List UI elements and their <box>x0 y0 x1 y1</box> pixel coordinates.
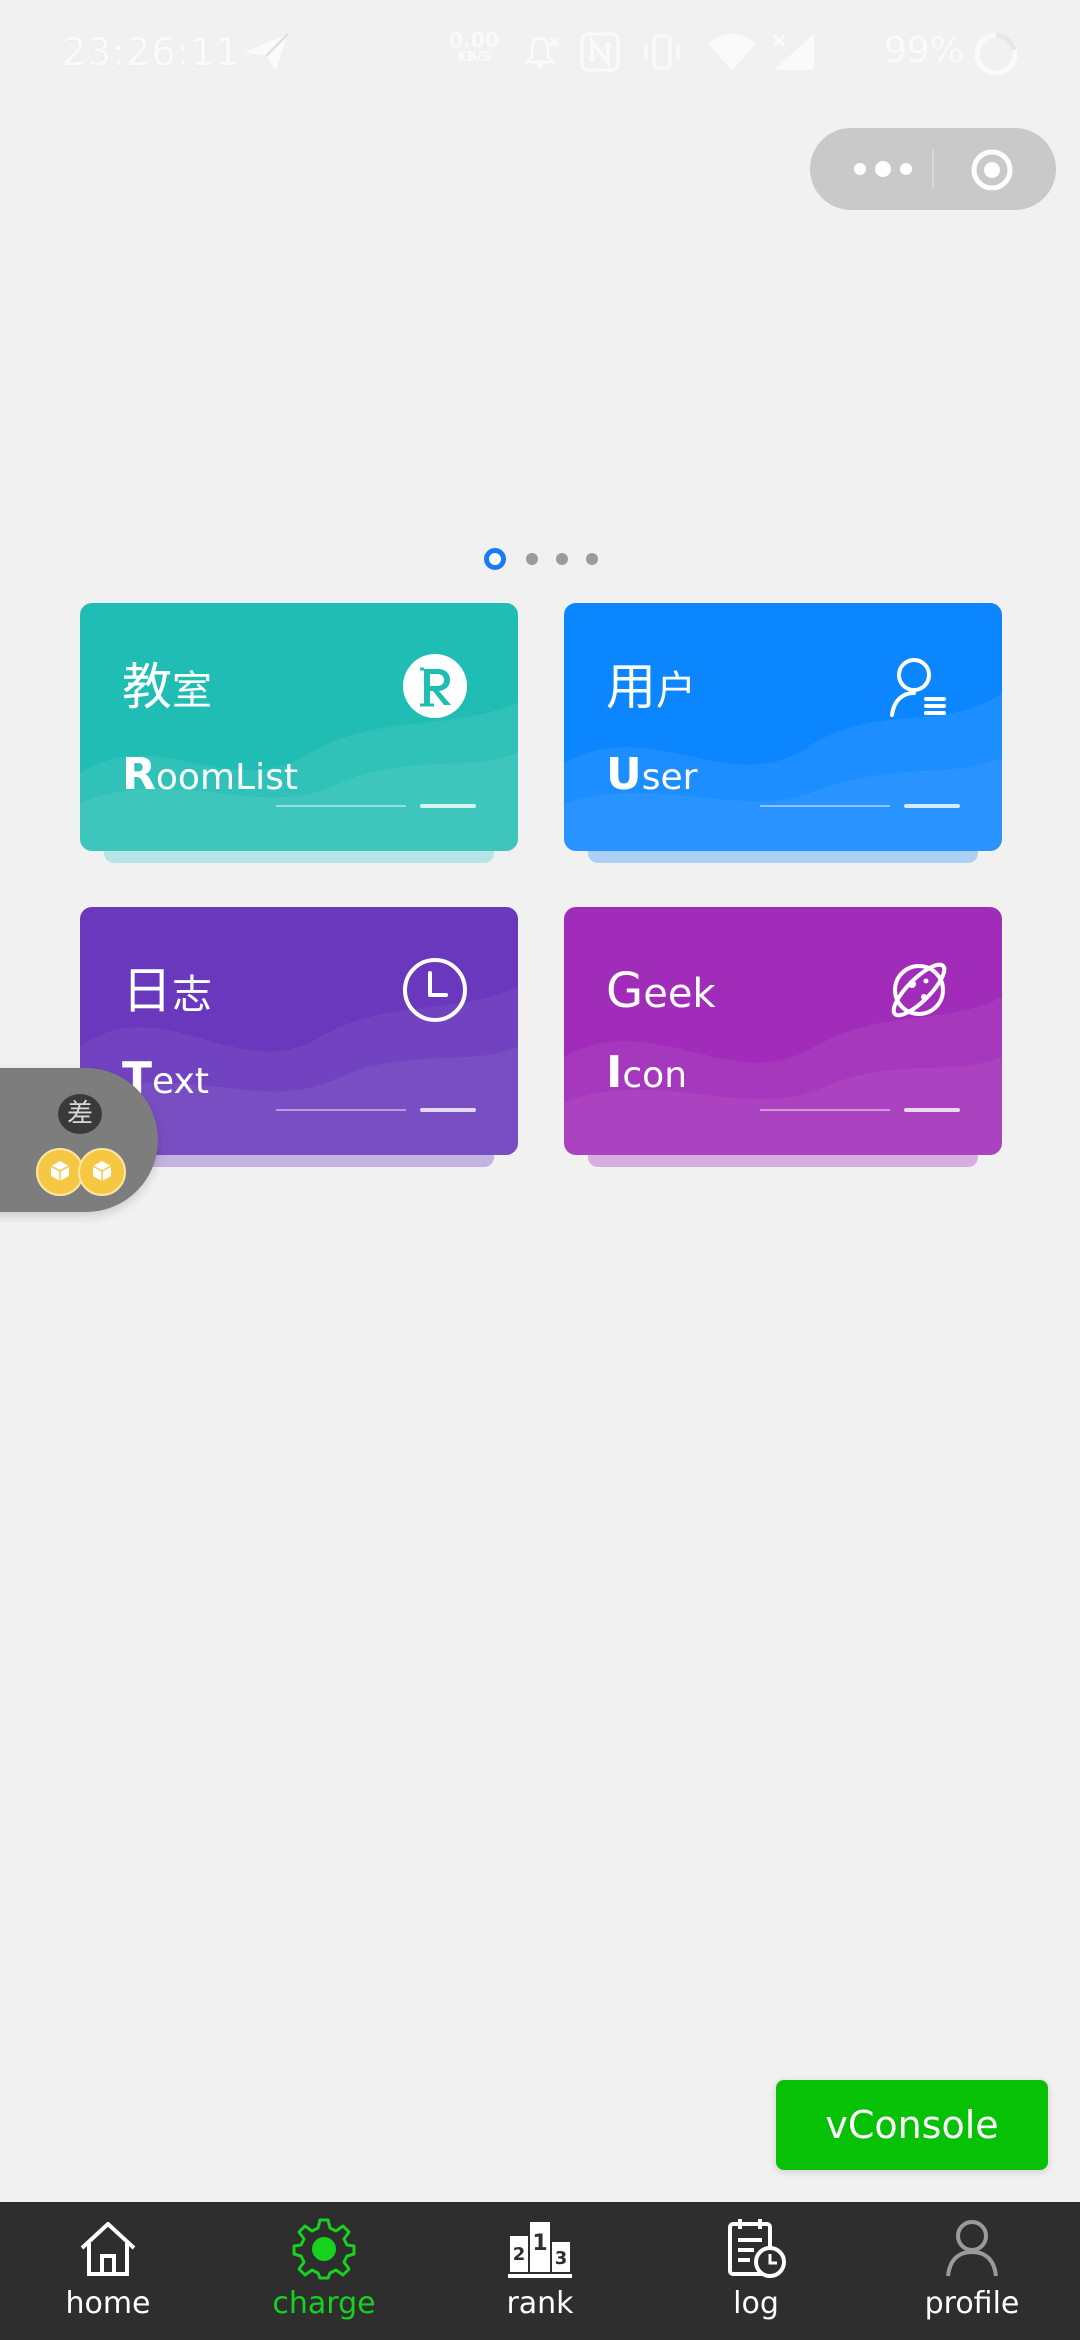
bottom-tab-bar: home charge 1 2 3 rank log profile <box>0 2202 1080 2340</box>
card-rule <box>276 1109 406 1111</box>
tab-label: charge <box>272 2286 376 2321</box>
gear-icon <box>292 2218 356 2280</box>
card-subtitle-rest: ser <box>641 757 698 798</box>
card-subtitle-cap: R <box>122 749 156 800</box>
card-subtitle: User <box>606 753 697 800</box>
swiper-indicator <box>484 548 604 570</box>
tab-rank[interactable]: 1 2 3 rank <box>432 2202 648 2340</box>
swiper-dot[interactable] <box>586 553 598 565</box>
bell-mute-icon <box>518 30 562 78</box>
card-rule-accent <box>420 1108 476 1112</box>
card-title-small: 户 <box>656 668 696 714</box>
vibrate-icon <box>640 30 684 78</box>
tab-profile[interactable]: profile <box>864 2202 1080 2340</box>
card-subtitle-rest: ext <box>152 1061 209 1102</box>
nfc-icon <box>578 30 622 78</box>
card-title: 教室 <box>122 657 212 721</box>
planet-icon <box>886 957 952 1027</box>
r-badge-icon <box>402 653 468 723</box>
card-title: Geek <box>606 961 716 1024</box>
card-title-small: 志 <box>172 972 212 1018</box>
miniprogram-capsule <box>810 128 1056 210</box>
card-subtitle-rest: oomList <box>155 757 298 798</box>
card-rule-accent <box>904 804 960 808</box>
tab-label: home <box>65 2286 151 2321</box>
tab-home[interactable]: home <box>0 2202 216 2340</box>
svg-text:2: 2 <box>513 2244 526 2265</box>
close-miniprogram-icon[interactable] <box>970 148 1014 196</box>
signal-icon <box>770 30 818 78</box>
card-title-big: 用 <box>606 658 656 716</box>
card-rule <box>276 805 406 807</box>
swiper-dot-active[interactable] <box>484 548 506 570</box>
card-roomlist[interactable]: 教室 RoomList <box>80 603 518 863</box>
card-user[interactable]: 用户 User <box>564 603 1002 863</box>
net-speed: 0.00 KB/S <box>446 30 502 66</box>
tab-label: profile <box>924 2286 1020 2321</box>
card-title-big: G <box>606 963 644 1019</box>
tab-charge[interactable]: charge <box>216 2202 432 2340</box>
send-icon <box>242 32 290 76</box>
card-wave-decoration <box>564 997 1002 1155</box>
svg-text:3: 3 <box>555 2248 568 2269</box>
podium-icon: 1 2 3 <box>508 2222 572 2278</box>
card-title-small: eek <box>643 971 716 1017</box>
clock-icon <box>402 957 468 1027</box>
card-subtitle-cap: U <box>606 749 642 800</box>
widget-badge: 差 <box>58 1094 102 1134</box>
calendar-clock-icon <box>728 2219 786 2278</box>
coin-icon <box>78 1148 126 1196</box>
card-title-big: 教 <box>122 658 172 716</box>
person-icon <box>946 2220 998 2277</box>
card-rule-accent <box>420 804 476 808</box>
status-time: 23:26:11 <box>62 30 241 74</box>
coin-icon <box>36 1148 84 1196</box>
wifi-icon <box>706 30 758 78</box>
net-speed-value: 0.00 <box>449 28 499 52</box>
card-subtitle-rest: con <box>622 1055 688 1096</box>
card-wave-decoration <box>80 703 518 851</box>
card-face <box>80 603 518 851</box>
tab-log[interactable]: log <box>648 2202 864 2340</box>
card-face <box>564 907 1002 1155</box>
card-title: 日志 <box>122 961 212 1025</box>
card-subtitle: RoomList <box>122 753 298 800</box>
tab-label: rank <box>506 2286 574 2321</box>
card-subtitle-cap: I <box>606 1047 623 1098</box>
card-subtitle: Icon <box>606 1051 687 1098</box>
swiper-dot[interactable] <box>526 553 538 565</box>
net-speed-unit: KB/S <box>456 50 492 65</box>
card-title-small: 室 <box>172 668 212 714</box>
card-icon-geek[interactable]: Geek Icon <box>564 907 1002 1167</box>
tab-label: log <box>733 2286 779 2321</box>
svg-text:1: 1 <box>532 2231 547 2256</box>
battery-percent: 99% <box>884 30 965 71</box>
card-face <box>564 603 1002 851</box>
more-menu-icon[interactable] <box>848 158 918 180</box>
floating-assistant-widget[interactable]: 差 <box>0 1068 158 1212</box>
swiper-dot[interactable] <box>556 553 568 565</box>
vconsole-button[interactable]: vConsole <box>776 2080 1048 2170</box>
card-rule-accent <box>904 1108 960 1112</box>
user-list-icon <box>886 653 952 723</box>
card-rule <box>760 805 890 807</box>
battery-icon <box>972 30 1020 82</box>
card-title: 用户 <box>606 657 696 721</box>
capsule-divider <box>932 150 934 188</box>
home-icon <box>80 2222 136 2276</box>
card-title-big: 日 <box>122 962 172 1020</box>
card-rule <box>760 1109 890 1111</box>
status-bar: 23:26:11 0.00 KB/S 99% <box>0 0 1080 110</box>
card-wave-decoration <box>564 693 1002 851</box>
